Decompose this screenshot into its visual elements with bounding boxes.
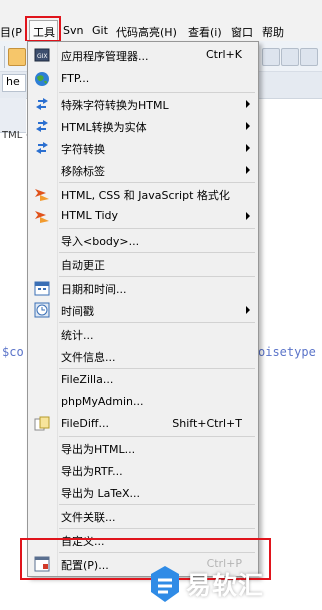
menu-item-import-body[interactable]: 导入<body>... bbox=[28, 229, 258, 251]
filediff-icon bbox=[34, 416, 50, 431]
menu-item-autocorrect[interactable]: 自动更正 bbox=[28, 253, 258, 275]
menu-item-char-conversion[interactable]: 字符转换 bbox=[28, 137, 258, 159]
menu-project[interactable]: 目(P bbox=[0, 24, 22, 40]
menu-item-app-manager[interactable]: GIX 应用程序管理器... Ctrl+K bbox=[28, 44, 258, 66]
menu-item-special-chars-to-html[interactable]: 特殊字符转换为HTML bbox=[28, 93, 258, 115]
submenu-arrow-icon bbox=[246, 212, 250, 220]
calendar-icon bbox=[34, 281, 50, 296]
config-icon bbox=[34, 556, 50, 572]
menu-item-file-associations[interactable]: 文件关联... bbox=[28, 505, 258, 527]
submenu-arrow-icon bbox=[246, 122, 250, 130]
menu-item-export-rtf[interactable]: 导出为RTF... bbox=[28, 459, 258, 481]
globe-icon bbox=[35, 72, 49, 86]
formatter-icon bbox=[35, 189, 49, 201]
menu-item-filezilla[interactable]: FileZilla... bbox=[28, 369, 258, 391]
menu-view[interactable]: 查看(i) bbox=[188, 24, 222, 40]
tools-dropdown-menu: GIX 应用程序管理器... Ctrl+K FTP... 特殊字符转换为HTML… bbox=[27, 41, 259, 577]
menu-item-phpmyadmin[interactable]: phpMyAdmin... bbox=[28, 391, 258, 413]
menu-svn[interactable]: Svn bbox=[63, 24, 83, 37]
menu-window[interactable]: 窗口 bbox=[231, 24, 253, 40]
menu-item-export-latex[interactable]: 导出为 LaTeX... bbox=[28, 481, 258, 503]
watermark-text: 易软汇 bbox=[186, 571, 265, 600]
menu-item-ftp[interactable]: FTP... bbox=[28, 68, 258, 90]
menu-item-filediff[interactable]: FileDiff... Shift+Ctrl+T bbox=[28, 413, 258, 435]
menu-item-file-info[interactable]: 文件信息... bbox=[28, 345, 258, 367]
menu-item-html-tidy[interactable]: HTML Tidy bbox=[28, 205, 258, 227]
toolbar-divider bbox=[4, 46, 5, 68]
convert-arrows-icon bbox=[36, 98, 48, 110]
app-manager-icon: GIX bbox=[34, 48, 50, 62]
side-panel-header bbox=[0, 98, 26, 133]
menu-help[interactable]: 帮助 bbox=[262, 24, 284, 40]
convert-arrows-icon bbox=[36, 142, 48, 154]
menu-item-statistics[interactable]: 统计... bbox=[28, 323, 258, 345]
menu-item-html-to-entities[interactable]: HTML转换为实体 bbox=[28, 115, 258, 137]
watermark-logo-icon bbox=[151, 566, 179, 602]
submenu-arrow-icon bbox=[246, 144, 250, 152]
menu-item-remove-tags[interactable]: 移除标签 bbox=[28, 159, 258, 181]
code-fragment-right: oisetype bbox=[258, 345, 316, 359]
toolbar-button[interactable] bbox=[281, 48, 299, 66]
clock-icon bbox=[34, 302, 50, 318]
submenu-arrow-icon bbox=[246, 100, 250, 108]
svg-text:GIX: GIX bbox=[37, 53, 48, 60]
menu-item-date-time[interactable]: 日期和时间... bbox=[28, 277, 258, 299]
menu-item-export-html[interactable]: 导出为HTML... bbox=[28, 437, 258, 459]
submenu-arrow-icon bbox=[246, 306, 250, 314]
toolbar-button[interactable] bbox=[300, 48, 318, 66]
code-fragment-left: $co bbox=[2, 345, 24, 359]
menu-tools[interactable]: 工具 bbox=[33, 24, 55, 40]
menu-syntax-highlight[interactable]: 代码高亮(H) bbox=[116, 24, 177, 40]
submenu-arrow-icon bbox=[246, 166, 250, 174]
menu-item-formatter[interactable]: HTML, CSS 和 JavaScript 格式化 bbox=[28, 183, 258, 205]
convert-arrows-icon bbox=[36, 120, 48, 132]
tidy-icon bbox=[35, 211, 49, 223]
menu-git[interactable]: Git bbox=[92, 24, 108, 37]
menubar: 目(P 工具 Svn Git 代码高亮(H) 查看(i) 窗口 帮助 bbox=[0, 0, 322, 42]
toolbar-button[interactable] bbox=[262, 48, 280, 66]
menu-item-timestamp[interactable]: 时间戳 bbox=[28, 299, 258, 321]
document-tab[interactable]: he bbox=[2, 74, 26, 92]
toolbar-button[interactable] bbox=[8, 48, 26, 66]
menu-item-customize[interactable]: 自定义... bbox=[28, 529, 258, 551]
